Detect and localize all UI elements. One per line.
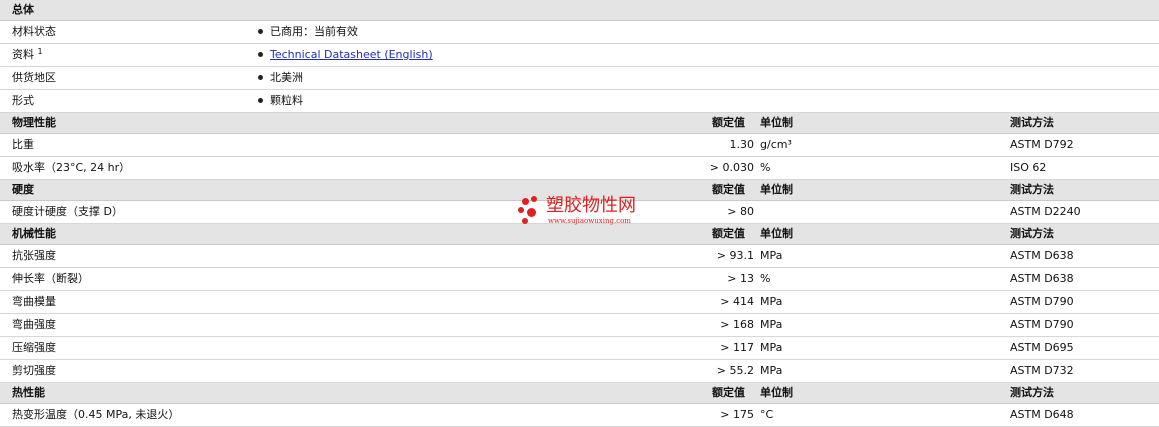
property-name: 热变形温度（0.45 MPa, 未退火）: [12, 408, 180, 421]
test-method: ASTM D695: [1010, 341, 1074, 354]
bullet-text: 北美洲: [270, 71, 303, 84]
rated-value: > 80: [727, 205, 754, 218]
column-header-rated: 额定值: [712, 116, 745, 129]
test-method: ISO 62: [1010, 161, 1047, 174]
footnote-marker: 1: [37, 47, 43, 56]
bullet-icon: [258, 51, 263, 57]
rated-value: 1.30: [729, 138, 755, 151]
rated-value: > 414: [720, 295, 754, 308]
table-row: 材料状态 已商用：当前有效: [0, 21, 1159, 44]
table-row: 弯曲强度 > 168 MPa ASTM D790: [0, 314, 1159, 337]
table-row: 伸长率（断裂） > 13% ASTM D638: [0, 268, 1159, 291]
bullet-value[interactable]: Technical Datasheet (English): [258, 44, 433, 66]
unit: g/cm³: [760, 138, 792, 151]
column-header-unit: 单位制: [760, 386, 793, 399]
bullet-value: 北美洲: [258, 67, 303, 89]
bullet-icon: [258, 28, 263, 34]
table-row: 吸水率（23°C, 24 hr） > 0.030% ISO 62: [0, 157, 1159, 180]
table-row: 形式 颗粒料: [0, 90, 1159, 113]
logo-dot-icon: [518, 207, 524, 213]
column-header-test: 测试方法: [1010, 116, 1054, 129]
logo-dot-icon: [522, 218, 528, 224]
unit: MPa: [760, 364, 783, 377]
watermark-url: www.sujiaowuxing.com: [548, 217, 631, 225]
bullet-value: 已商用：当前有效: [258, 21, 358, 43]
test-method: ASTM D2240: [1010, 205, 1081, 218]
bullet-value: 颗粒料: [258, 90, 303, 112]
unit: %: [760, 272, 771, 285]
column-header-unit: 单位制: [760, 183, 793, 196]
test-method: ASTM D790: [1010, 318, 1074, 331]
rated-value: > 175: [720, 408, 754, 421]
rated-value: > 117: [720, 341, 754, 354]
test-method: ASTM D638: [1010, 272, 1074, 285]
unit: °C: [760, 408, 774, 421]
column-header-test: 测试方法: [1010, 183, 1054, 196]
section-header: 热性能 额定值 单位制 测试方法: [0, 383, 1159, 404]
property-name-wrap: 资料 1: [12, 44, 43, 66]
property-name: 弯曲强度: [12, 318, 56, 331]
unit: %: [760, 161, 771, 174]
test-method: ASTM D648: [1010, 408, 1074, 421]
watermark-logo: 塑胶物性网 www.sujiaowuxing.com: [518, 196, 658, 230]
property-name: 比重: [12, 138, 34, 151]
unit: MPa: [760, 295, 783, 308]
bullet-text: 已商用：当前有效: [270, 25, 358, 38]
property-name: 材料状态: [12, 25, 56, 38]
section-title: 硬度: [12, 183, 34, 196]
bullet-icon: [258, 74, 263, 80]
rated-value: > 13: [727, 272, 754, 285]
section-title: 总体: [12, 3, 34, 16]
test-method: ASTM D792: [1010, 138, 1074, 151]
test-method: ASTM D732: [1010, 364, 1074, 377]
section-title: 机械性能: [12, 227, 56, 240]
table-row: 压缩强度 > 117 MPa ASTM D695: [0, 337, 1159, 360]
column-header-rated: 额定值: [712, 183, 745, 196]
datasheet-link[interactable]: Technical Datasheet (English): [270, 48, 433, 61]
property-name: 形式: [12, 94, 34, 107]
property-name: 剪切强度: [12, 364, 56, 377]
logo-dot-icon: [527, 208, 536, 217]
unit: MPa: [760, 341, 783, 354]
unit: MPa: [760, 318, 783, 331]
property-name: 吸水率（23°C, 24 hr）: [12, 161, 131, 174]
test-method: ASTM D638: [1010, 249, 1074, 262]
table-row: 弯曲模量 > 414 MPa ASTM D790: [0, 291, 1159, 314]
column-header-rated: 额定值: [712, 386, 745, 399]
bullet-icon: [258, 97, 263, 103]
rated-value: > 168: [720, 318, 754, 331]
property-name: 伸长率（断裂）: [12, 272, 89, 285]
property-name: 弯曲模量: [12, 295, 56, 308]
table-row: 热变形温度（0.45 MPa, 未退火） > 175 °C ASTM D648: [0, 404, 1159, 427]
table-row: 抗张强度 > 93.1 MPa ASTM D638: [0, 245, 1159, 268]
logo-dot-icon: [522, 198, 529, 205]
property-name: 抗张强度: [12, 249, 56, 262]
column-header-unit: 单位制: [760, 116, 793, 129]
rated-value: > 55.2: [716, 364, 754, 377]
test-method: ASTM D790: [1010, 295, 1074, 308]
rated-value: > 0.030: [709, 161, 754, 174]
property-name: 资料: [12, 48, 34, 61]
property-name: 供货地区: [12, 71, 56, 84]
unit: MPa: [760, 249, 783, 262]
column-header-test: 测试方法: [1010, 386, 1054, 399]
property-name: 压缩强度: [12, 341, 56, 354]
section-title: 物理性能: [12, 116, 56, 129]
watermark-text: 塑胶物性网: [546, 195, 636, 216]
table-row: 资料 1 Technical Datasheet (English): [0, 44, 1159, 67]
column-header-rated: 额定值: [712, 227, 745, 240]
property-name: 硬度计硬度（支撑 D）: [12, 205, 123, 218]
table-row: 供货地区 北美洲: [0, 67, 1159, 90]
column-header-unit: 单位制: [760, 227, 793, 240]
section-header: 物理性能 额定值 单位制 测试方法: [0, 113, 1159, 134]
table-row: 比重 1.30 g/cm³ ASTM D792: [0, 134, 1159, 157]
logo-dot-icon: [531, 196, 537, 202]
section-header: 总体: [0, 0, 1159, 21]
column-header-test: 测试方法: [1010, 227, 1054, 240]
rated-value: > 93.1: [716, 249, 754, 262]
bullet-text: 颗粒料: [270, 94, 303, 107]
section-title: 热性能: [12, 386, 45, 399]
table-row: 剪切强度 > 55.2 MPa ASTM D732: [0, 360, 1159, 383]
